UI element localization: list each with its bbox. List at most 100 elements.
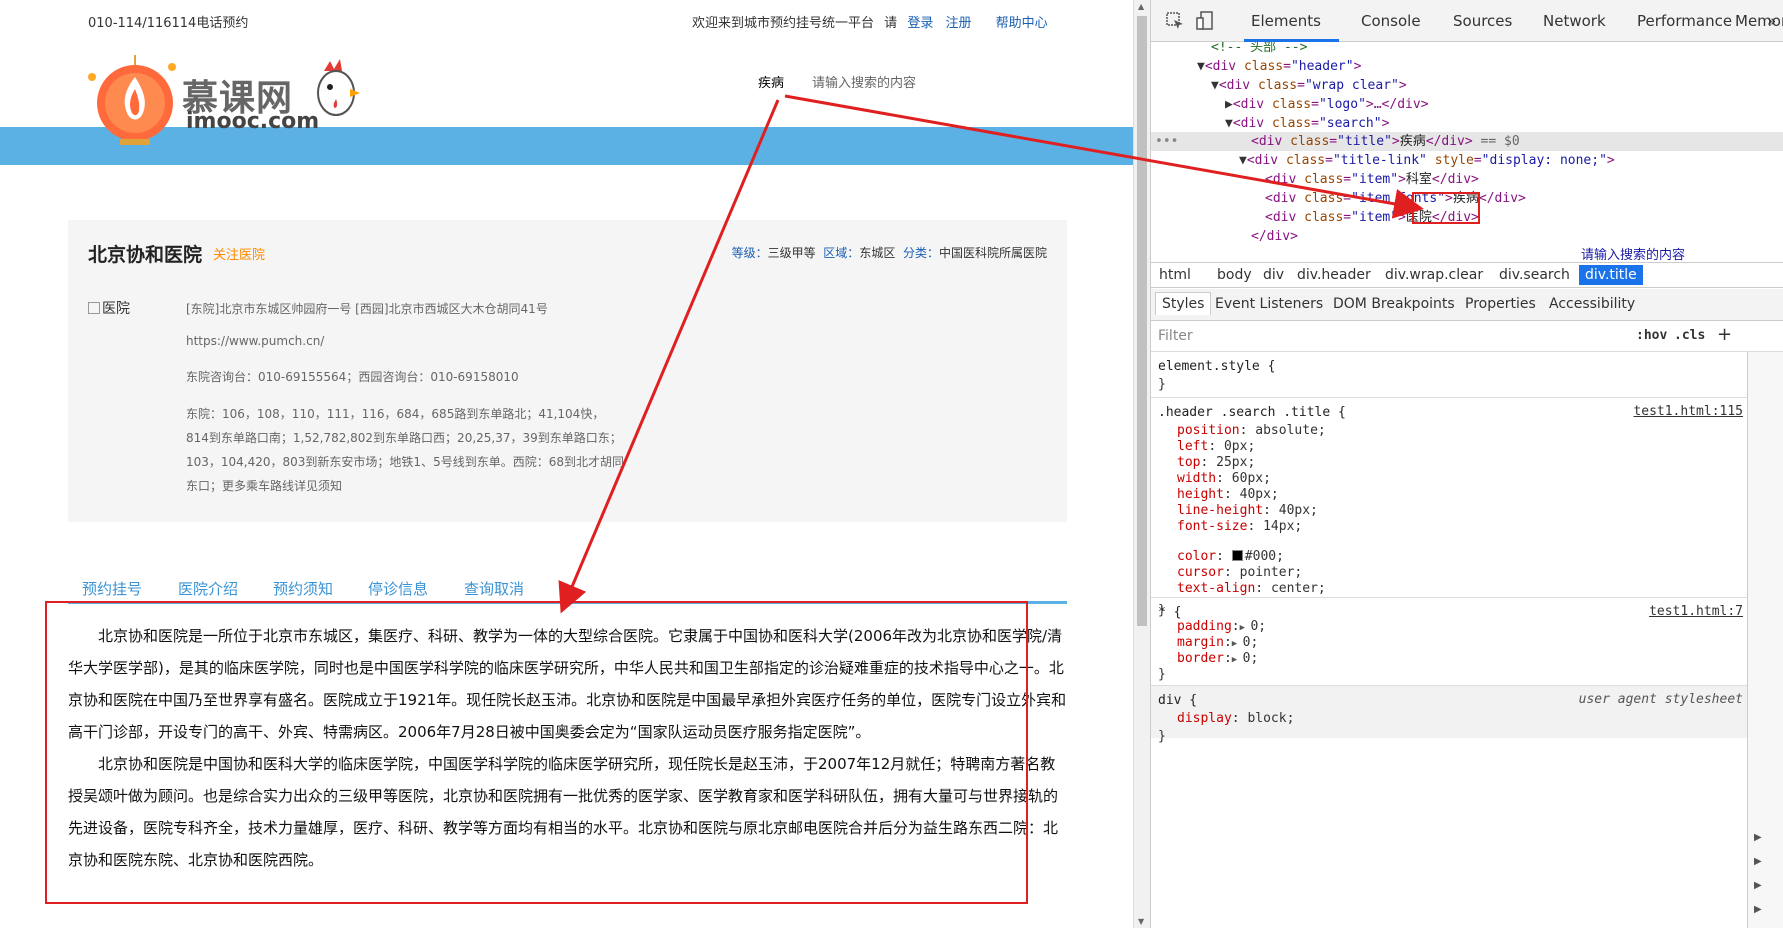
dom-line-item-1[interactable]: <div class="item">科室</div>: [1265, 170, 1479, 189]
dom-breadcrumbs: html body div div.header div.wrap.clear …: [1151, 262, 1783, 288]
search-input[interactable]: 请输入搜索的内容: [812, 72, 916, 91]
dom-line-title-link[interactable]: ▼<div class="title-link" style="display:…: [1239, 151, 1615, 170]
scrollbar-thumb[interactable]: [1137, 16, 1147, 626]
device-toolbar-icon[interactable]: [1195, 11, 1215, 31]
tab-performance[interactable]: Performance: [1637, 12, 1732, 30]
subtab-event-listeners[interactable]: Event Listeners: [1215, 296, 1323, 312]
rule-universal[interactable]: * { test1.html:7 padding:▶ 0; margin:▶ 0;…: [1151, 598, 1747, 686]
hov-toggle[interactable]: :hov: [1636, 328, 1667, 343]
css-property-line[interactable]: font-size: 14px;: [1177, 518, 1302, 536]
subtab-styles[interactable]: Styles: [1155, 292, 1212, 315]
gutter-triangle-icon[interactable]: ▶: [1754, 904, 1762, 915]
dom-line-search[interactable]: ▼<div class="search">: [1225, 114, 1389, 133]
hospital-phones: 东院咨询台：010-69155564；西园咨询台：010-69158010: [186, 370, 519, 384]
site-logo[interactable]: 慕课网 imooc.com: [80, 55, 380, 145]
tab-query-cancel[interactable]: 查询取消: [464, 578, 524, 599]
broken-image-icon: [88, 302, 100, 314]
crumb-html[interactable]: html: [1159, 267, 1191, 283]
help-center-link[interactable]: 帮助中心: [996, 16, 1048, 31]
welcome-text: 欢迎来到城市预约挂号统一平台: [692, 16, 875, 31]
rule-header-search-title[interactable]: .header .search .title { test1.html:115 …: [1151, 398, 1747, 618]
styles-filter-input[interactable]: Filter: [1158, 328, 1193, 344]
top-bar: 010-114/116114电话预约 欢迎来到城市预约挂号统一平台 请 登录 注…: [0, 0, 1133, 40]
level-value: 三级甲等: [767, 246, 816, 260]
top-bar-right: 欢迎来到城市预约挂号统一平台 请 登录 注册 帮助中心: [692, 12, 1048, 31]
hospital-card: 北京协和医院 关注医院 等级：三级甲等 区域：东城区 分类：中国医科院所属医院 …: [68, 220, 1067, 522]
cls-toggle[interactable]: .cls: [1674, 328, 1705, 343]
rule-element-style[interactable]: element.style { }: [1151, 352, 1747, 398]
screenshot-root: 010-114/116114电话预约 欢迎来到城市预约挂号统一平台 请 登录 注…: [0, 0, 1783, 928]
dom-line-ellipsis: •••: [1155, 134, 1179, 149]
rule-div-user-agent[interactable]: div { user agent stylesheet display: blo…: [1151, 686, 1747, 744]
hospital-transport: 东院：106，108，110，111，116，684，685路到东单路北；41,…: [186, 407, 624, 493]
crumb-div-search[interactable]: div.search: [1499, 267, 1570, 283]
tab-suspension-info[interactable]: 停诊信息: [368, 578, 428, 599]
computed-gutter: ▶ ▶ ▶ ▶: [1747, 352, 1783, 928]
crumb-body[interactable]: body: [1217, 267, 1252, 283]
scroll-up-icon[interactable]: ▲: [1138, 2, 1144, 11]
dom-line-close[interactable]: </div>: [1251, 227, 1298, 246]
dom-line-logo[interactable]: ▶<div class="logo">…</div>: [1225, 95, 1429, 114]
rule1-source-link[interactable]: test1.html:115: [1633, 404, 1743, 419]
more-tabs-icon[interactable]: »: [1767, 12, 1776, 30]
dom-line-item-3[interactable]: <div class="item">医院</div>: [1265, 208, 1479, 227]
tab-elements[interactable]: Elements: [1251, 12, 1321, 30]
color-swatch-icon[interactable]: [1231, 550, 1243, 561]
new-rule-icon[interactable]: +: [1717, 324, 1732, 345]
level-label: 等级：: [731, 246, 768, 260]
area-label: 区域：: [823, 246, 860, 260]
dom-line-header[interactable]: ▼<div class="header">: [1197, 57, 1361, 76]
tab-console[interactable]: Console: [1361, 12, 1421, 30]
subtab-properties[interactable]: Properties: [1465, 296, 1536, 312]
dom-line-item-2[interactable]: <div class="item fonts">疾病</div>: [1265, 189, 1526, 208]
dom-line-title[interactable]: <div class="title">疾病</div> == $0: [1251, 132, 1520, 151]
subtab-accessibility[interactable]: Accessibility: [1549, 296, 1635, 312]
expand-shorthand-icon[interactable]: ▶: [1232, 655, 1243, 665]
logo-text-en: imooc.com: [186, 109, 320, 134]
tab-hospital-intro[interactable]: 医院介绍: [178, 578, 238, 599]
dom-tree[interactable]: <!-- 头部 --> ▼<div class="header"> ▼<div …: [1151, 42, 1783, 262]
logo-mascot-icon: [88, 55, 176, 145]
crumb-div[interactable]: div: [1263, 267, 1284, 283]
subtab-dom-breakpoints[interactable]: DOM Breakpoints: [1333, 296, 1455, 312]
crumb-div-header[interactable]: div.header: [1297, 267, 1371, 283]
tab-appointment-notes[interactable]: 预约须知: [273, 578, 333, 599]
register-link[interactable]: 注册: [945, 16, 971, 31]
hospital-image-alt: 医院: [102, 301, 130, 317]
css-property-line[interactable]: display: block;: [1177, 710, 1294, 728]
css-property-line[interactable]: border:▶ 0;: [1177, 650, 1258, 669]
dom-line-comment[interactable]: <!-- 头部 -->: [1211, 42, 1307, 57]
inspect-element-icon[interactable]: [1165, 11, 1185, 31]
area-value: 东城区: [859, 246, 896, 260]
hospital-website[interactable]: https://www.pumch.cn/: [186, 334, 324, 348]
dom-line-partial: 请输入搜索的内容: [1581, 248, 1686, 262]
search-category-title[interactable]: 疾病: [758, 72, 784, 91]
gutter-triangle-icon[interactable]: ▶: [1754, 832, 1762, 843]
rule-close: }: [1158, 377, 1166, 392]
hospital-image: 医院: [88, 298, 130, 318]
gutter-triangle-icon[interactable]: ▶: [1754, 880, 1762, 891]
please-text: 请: [884, 16, 898, 31]
hospital-meta: 等级：三级甲等 区域：东城区 分类：中国医科院所属医院: [732, 244, 1047, 261]
rule2-source-link[interactable]: test1.html:7: [1649, 604, 1743, 619]
follow-hospital-link[interactable]: 关注医院: [213, 244, 265, 263]
annotation-box: [45, 601, 1028, 904]
dom-line-wrap[interactable]: ▼<div class="wrap clear">: [1211, 76, 1407, 95]
scroll-down-icon[interactable]: ▼: [1138, 917, 1144, 926]
crumb-div-wrap-clear[interactable]: div.wrap.clear: [1385, 267, 1483, 283]
page-scrollbar[interactable]: ▲ ▼: [1133, 0, 1150, 928]
tab-network[interactable]: Network: [1543, 12, 1606, 30]
gutter-triangle-icon[interactable]: ▶: [1754, 856, 1762, 867]
login-link[interactable]: 登录: [907, 16, 933, 31]
expand-shorthand-icon[interactable]: ▶: [1240, 623, 1251, 633]
styles-pane: element.style { } .header .search .title…: [1151, 352, 1747, 928]
expand-shorthand-icon[interactable]: ▶: [1232, 639, 1243, 649]
crumb-div-title[interactable]: div.title: [1579, 265, 1643, 285]
phone-hotline: 010-114/116114电话预约: [88, 16, 249, 31]
css-property-line[interactable]: text-align: center;: [1177, 580, 1326, 598]
hospital-name: 北京协和医院: [88, 244, 203, 266]
hospital-tabs: 预约挂号 医院介绍 预约须知 停诊信息 查询取消: [68, 574, 1067, 604]
rule1-selector: .header .search .title {: [1158, 405, 1346, 420]
tab-sources[interactable]: Sources: [1453, 12, 1512, 30]
tab-appointment[interactable]: 预约挂号: [82, 578, 142, 599]
